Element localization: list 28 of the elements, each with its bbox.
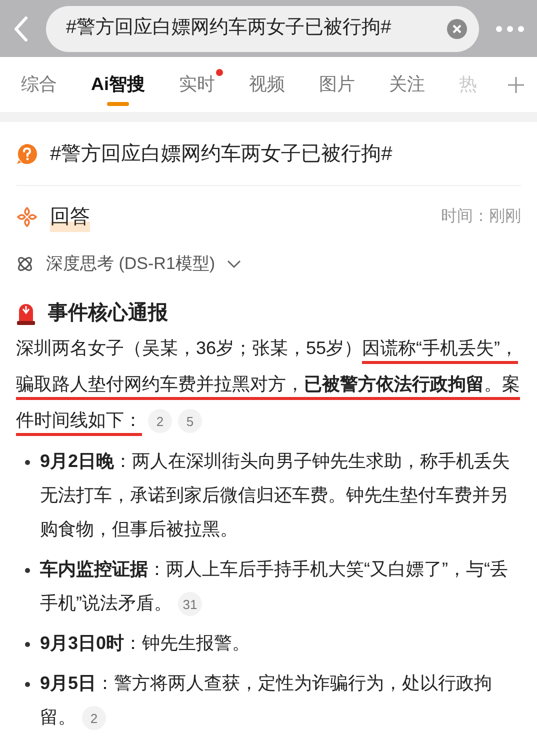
tab[interactable]: 图片 xyxy=(319,57,355,112)
tab[interactable]: 实时 xyxy=(179,57,215,112)
tab[interactable]: Ai智搜 xyxy=(91,57,145,112)
sparkle-icon xyxy=(16,206,38,228)
back-icon[interactable] xyxy=(12,16,30,42)
question-title: #警方回应白嫖网约车两女子已被行拘# xyxy=(50,142,392,166)
add-icon[interactable] xyxy=(507,76,525,94)
summary-paragraph: 深圳两名女子（吴某，36岁；张某，55岁）因谎称“手机丢失”，骗取路人垫付网约车费并拉黑对方，已被警方依法行政拘留。案件时间线如下： 2 5 xyxy=(16,330,521,438)
timeline-item-text: 车内监控证据：两人上车后手持手机大笑“又白嫖了”，与“丢手机”说法矛盾。 31 xyxy=(40,552,521,620)
tab[interactable]: 综合 xyxy=(21,57,57,112)
section-title: 事件核心通报 xyxy=(48,300,168,326)
more-icon[interactable] xyxy=(495,24,525,32)
model-toggle[interactable]: 深度思考 (DS-R1模型) xyxy=(16,244,242,284)
bullet-icon xyxy=(25,568,30,573)
timeline-item-text: 9月5日：警方将两人查获，定性为诈骗行为，处以行政拘留。 2 xyxy=(40,666,521,734)
timeline-item-text: 9月2日晚：两人在深圳街头向男子钟先生求助，称手机丢失无法打车，承诺到家后微信归还车费。钟先生垫付车费并另购食物，但事后被拉黑。 xyxy=(40,450,512,541)
bullet-icon xyxy=(25,642,30,647)
tab[interactable]: 视频 xyxy=(249,57,285,112)
bullet-icon xyxy=(25,682,30,687)
siren-icon xyxy=(16,301,36,325)
question-icon xyxy=(16,142,38,164)
atom-icon xyxy=(16,255,34,273)
clear-icon[interactable] xyxy=(447,18,467,38)
time-label: 时间：刚刚 xyxy=(441,206,521,227)
timeline-item-text: 9月3日0时：钟先生报警。 xyxy=(40,632,250,655)
search-field[interactable]: #警方回应白嫖网约车两女子已被行拘# xyxy=(46,6,479,52)
bullet-icon xyxy=(25,460,30,465)
tab[interactable]: 关注 xyxy=(389,57,425,112)
